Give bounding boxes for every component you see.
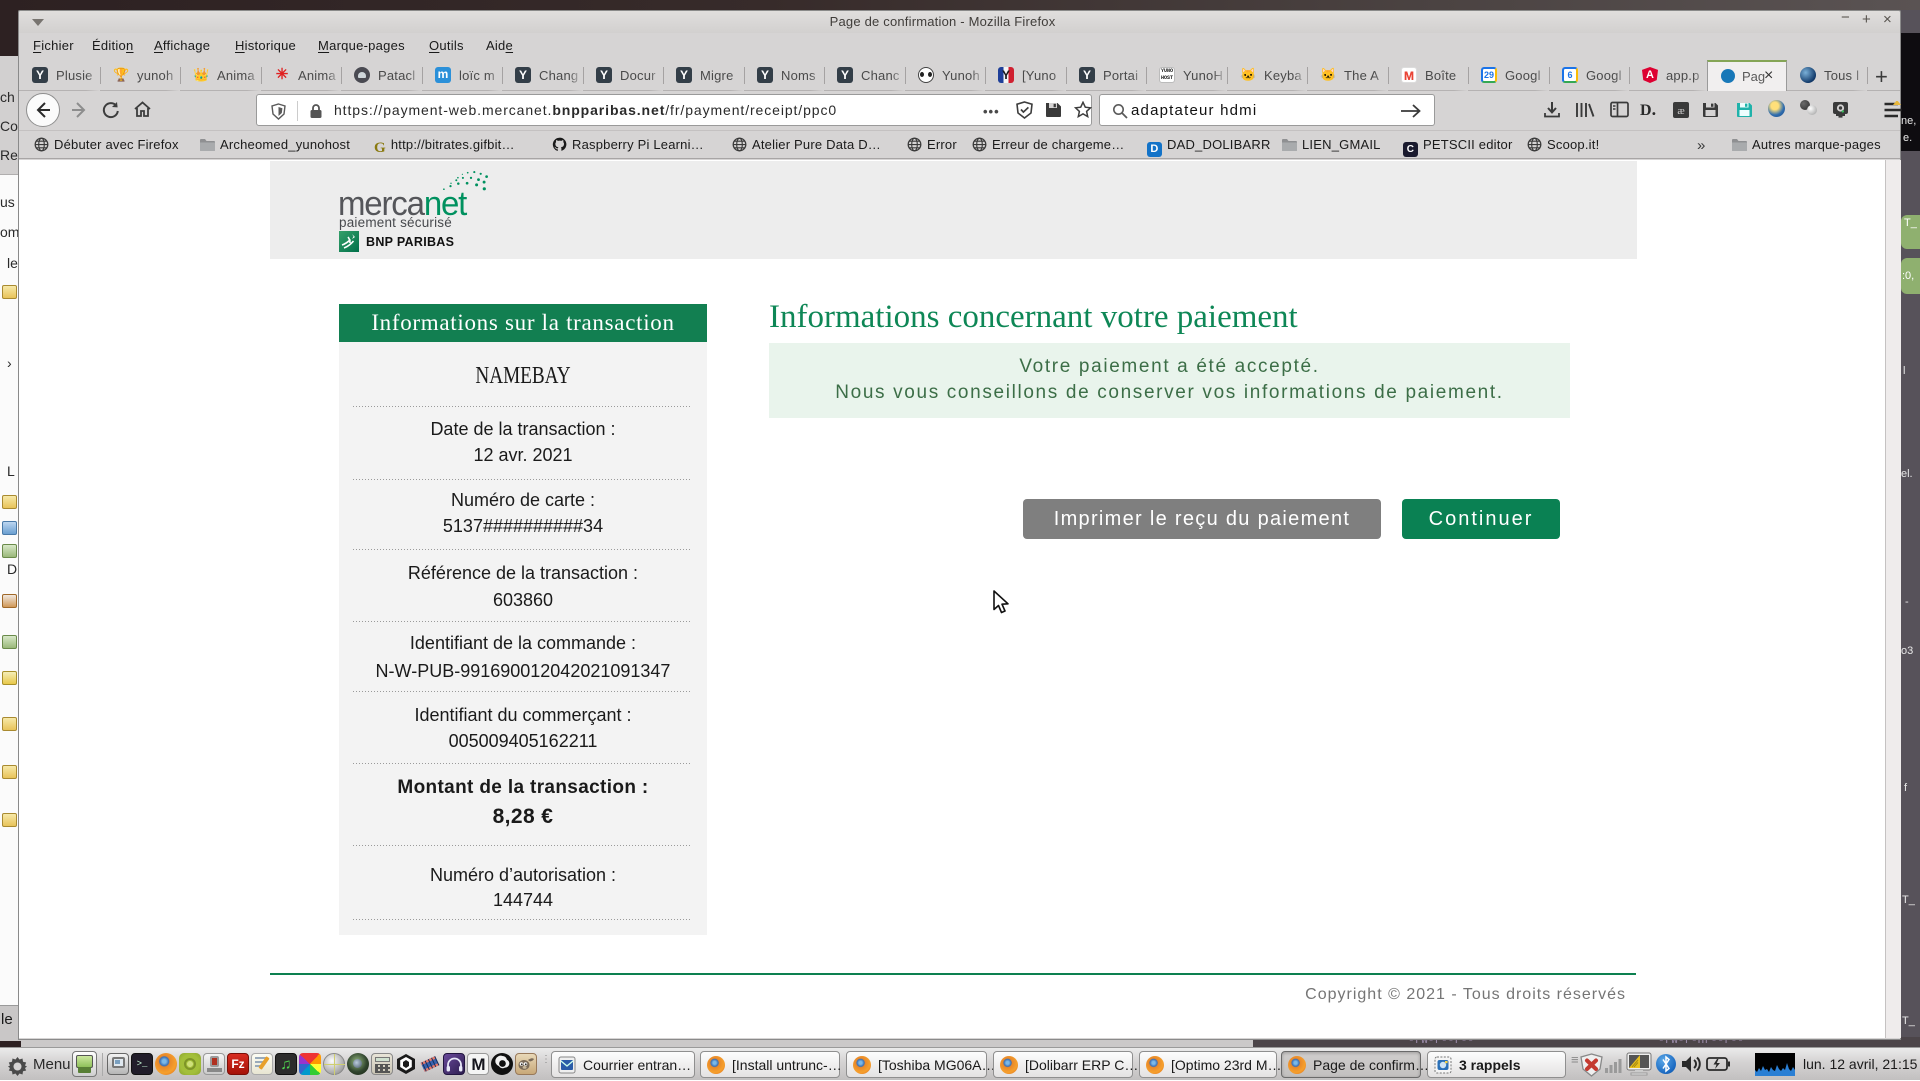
svg-text:æ: æ xyxy=(1677,105,1684,117)
